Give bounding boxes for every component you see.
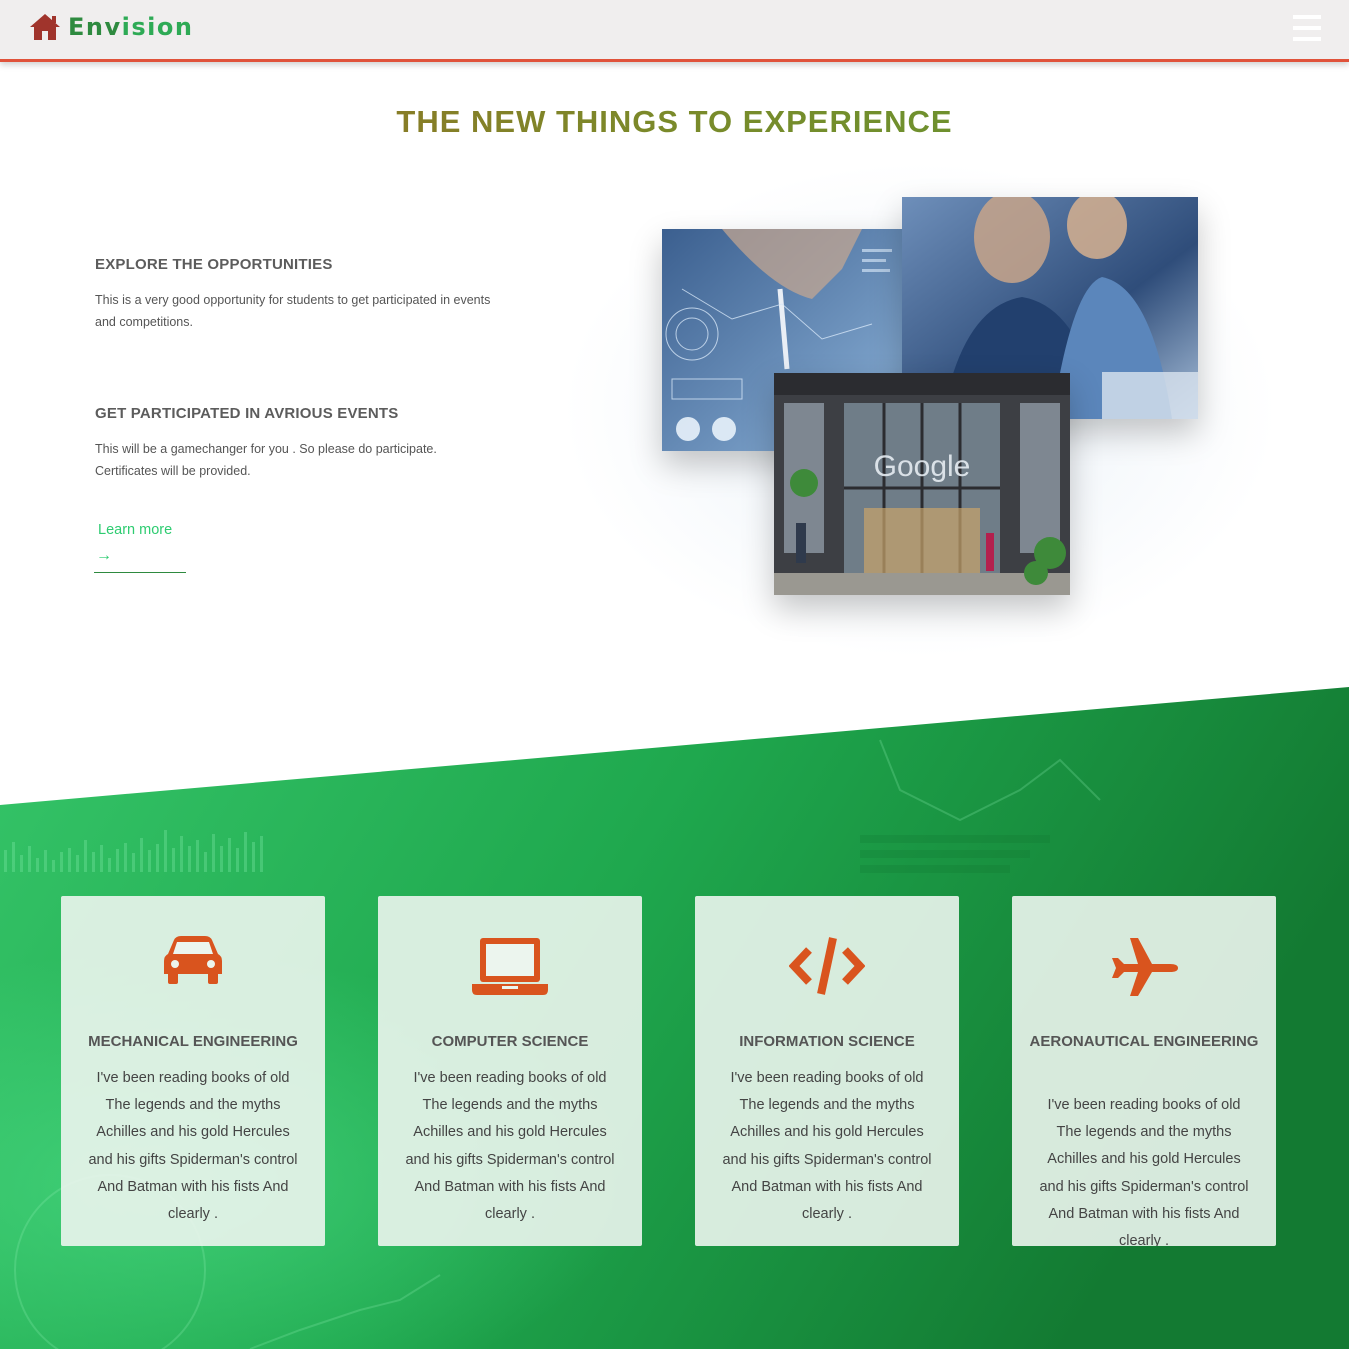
laptop-icon	[472, 938, 548, 995]
card-computer-science: COMPUTER SCIENCE I've been reading books…	[378, 896, 642, 1246]
code-icon	[789, 937, 865, 995]
card-title: INFORMATION SCIENCE	[739, 1033, 915, 1050]
feature-heading: EXPLORE THE OPPORTUNITIES	[95, 256, 333, 273]
card-title: MECHANICAL ENGINEERING	[88, 1033, 298, 1050]
section-title: THE NEW THINGS TO EXPERIENCE	[0, 104, 1349, 140]
google-sign: Google	[874, 450, 971, 483]
card-text: I've been reading books of old The legen…	[1039, 1097, 1249, 1246]
card-mechanical-engineering: MECHANICAL ENGINEERING I've been reading…	[61, 896, 325, 1246]
card-information-science: INFORMATION SCIENCE I've been reading bo…	[695, 896, 959, 1246]
feature-participate: GET PARTICIPATED IN AVRIOUS EVENTS This …	[95, 405, 495, 482]
card-title: AERONAUTICAL ENGINEERING	[1029, 1033, 1259, 1050]
airplane-icon	[1112, 938, 1178, 996]
google-office-photo: Google	[774, 373, 1070, 595]
card-text: I've been reading books of old The legen…	[405, 1070, 615, 1223]
arrow-right-icon: →	[96, 547, 112, 564]
feature-text: This will be a gamechanger for you . So …	[95, 442, 437, 478]
feature-heading: GET PARTICIPATED IN AVRIOUS EVENTS	[95, 405, 399, 422]
card-text: I've been reading books of old The legen…	[88, 1070, 298, 1223]
learn-more-label: Learn more	[98, 522, 173, 538]
card-aeronautical-engineering: AERONAUTICAL ENGINEERING I've been readi…	[1012, 896, 1276, 1246]
card-title: COMPUTER SCIENCE	[431, 1033, 589, 1050]
learn-more-link[interactable]: Learn more →	[94, 522, 186, 573]
car-icon	[164, 936, 222, 984]
feature-text: This is a very good opportunity for stud…	[95, 293, 491, 329]
feature-explore: EXPLORE THE OPPORTUNITIES This is a very…	[95, 256, 495, 333]
card-text: I've been reading books of old The legen…	[722, 1070, 932, 1223]
